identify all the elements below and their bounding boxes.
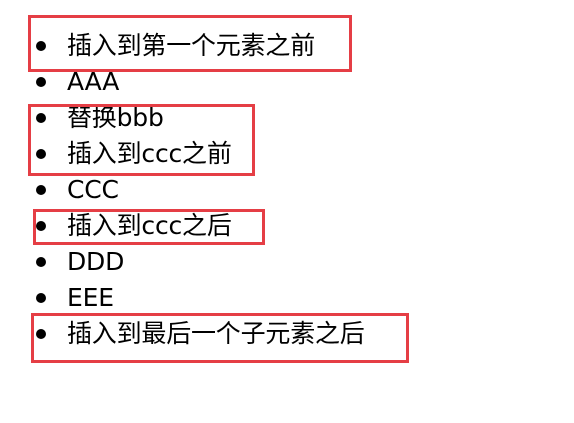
list-item-text: EEE [67, 283, 114, 312]
highlight-box-bbb-ccc [28, 104, 255, 176]
list-item-text: CCC [67, 175, 119, 204]
highlight-box-after-ccc [33, 209, 265, 245]
page: { "list": { "items": [ {"text": "插入到第一个元… [0, 0, 574, 423]
highlight-box-first [28, 15, 352, 72]
bullet-icon [36, 185, 46, 195]
bullet-icon [36, 77, 46, 87]
list-item-text: DDD [67, 247, 125, 276]
highlight-box-last [31, 313, 409, 363]
bullet-icon [36, 293, 46, 303]
bullet-icon [36, 257, 46, 267]
